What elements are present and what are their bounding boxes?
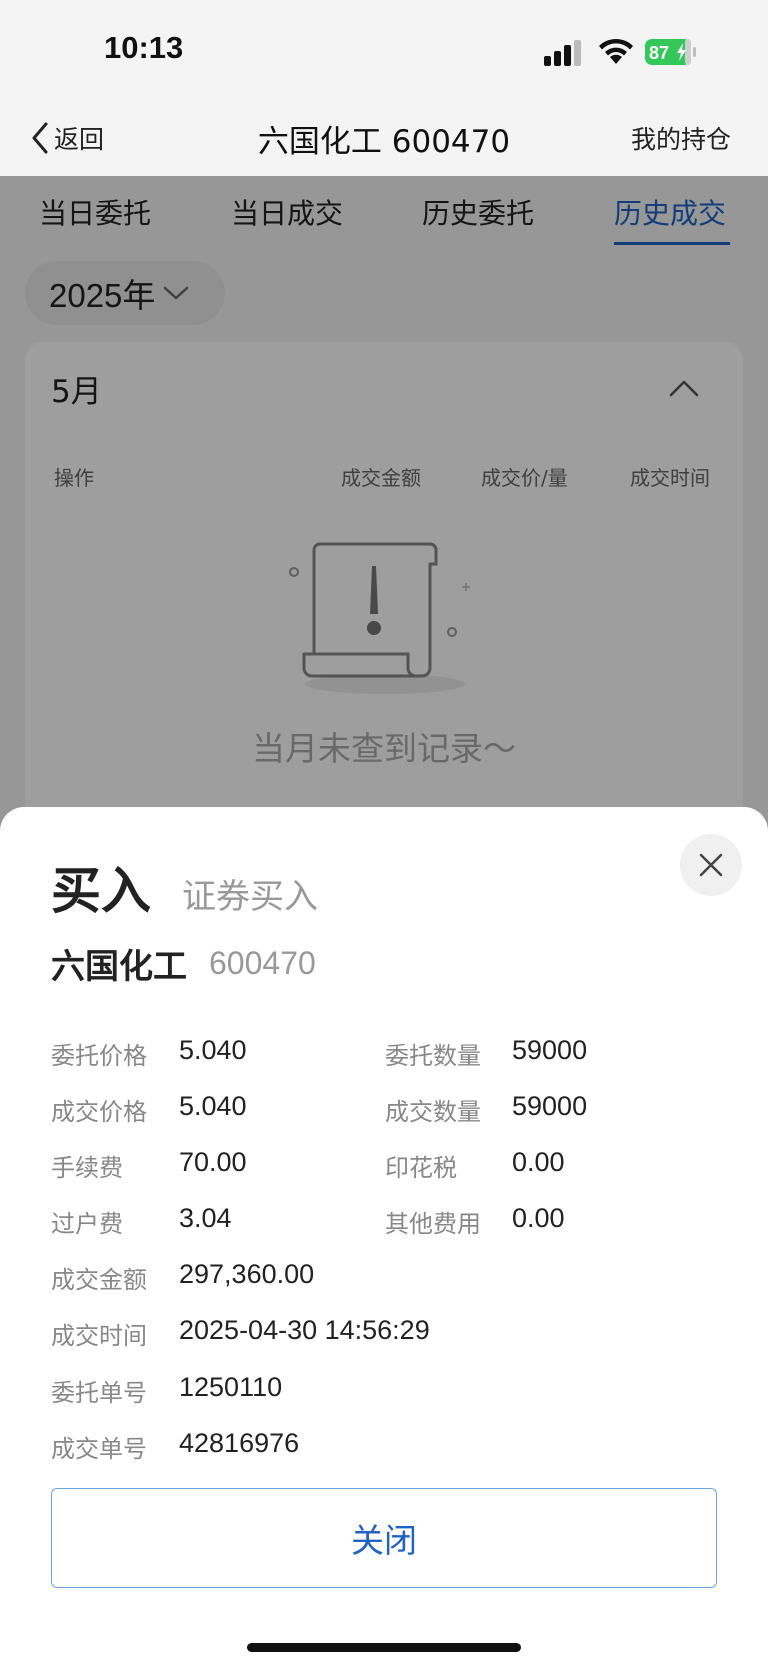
detail-label: 成交单号 xyxy=(51,1435,147,1463)
cellular-signal-icon xyxy=(544,40,581,66)
detail-value: 70.00 xyxy=(179,1147,247,1177)
detail-value: 0.00 xyxy=(512,1203,565,1233)
detail-value: 5.040 xyxy=(179,1091,247,1121)
detail-value: 59000 xyxy=(512,1091,588,1121)
detail-label: 委托单号 xyxy=(51,1379,147,1407)
detail-label: 其他费用 xyxy=(385,1210,481,1238)
nav-bar: 返回 六国化工 600470 我的持仓 xyxy=(0,100,768,176)
detail-value: 3.04 xyxy=(179,1203,232,1233)
detail-label: 过户费 xyxy=(51,1210,123,1238)
detail-label: 成交金额 xyxy=(51,1266,147,1294)
detail-label: 成交数量 xyxy=(385,1098,481,1126)
detail-value: 297,360.00 xyxy=(179,1259,315,1289)
home-indicator xyxy=(247,1643,521,1652)
detail-label: 委托数量 xyxy=(385,1042,481,1070)
battery-icon: 87 xyxy=(645,39,696,65)
detail-value: 0.00 xyxy=(512,1147,565,1177)
stock-name: 六国化工 xyxy=(51,947,187,987)
my-positions-link[interactable]: 我的持仓 xyxy=(631,120,731,156)
detail-value: 59000 xyxy=(512,1035,588,1065)
status-bar: 10:13 87 xyxy=(0,0,768,100)
close-icon xyxy=(699,853,723,877)
detail-label: 成交时间 xyxy=(51,1322,147,1350)
trade-direction: 买入 xyxy=(51,862,151,920)
close-button[interactable]: 关闭 xyxy=(51,1488,717,1588)
status-time: 10:13 xyxy=(104,30,184,65)
close-sheet-button[interactable] xyxy=(680,834,742,896)
wifi-icon xyxy=(599,38,633,64)
battery-level: 87 xyxy=(649,43,669,63)
trade-detail-sheet: 买入 证券买入 六国化工 600470 委托价格 5.040 委托数量 5900… xyxy=(0,807,768,1665)
detail-label: 委托价格 xyxy=(51,1042,147,1070)
detail-value: 42816976 xyxy=(179,1428,300,1458)
detail-label: 印花税 xyxy=(385,1154,457,1182)
stock-code: 600470 xyxy=(209,945,316,981)
detail-value: 5.040 xyxy=(179,1035,247,1065)
detail-label: 成交价格 xyxy=(51,1098,147,1126)
detail-label: 手续费 xyxy=(51,1154,123,1182)
detail-value: 1250110 xyxy=(179,1372,283,1402)
trade-type: 证券买入 xyxy=(182,877,318,917)
detail-value: 2025-04-30 14:56:29 xyxy=(179,1315,430,1345)
